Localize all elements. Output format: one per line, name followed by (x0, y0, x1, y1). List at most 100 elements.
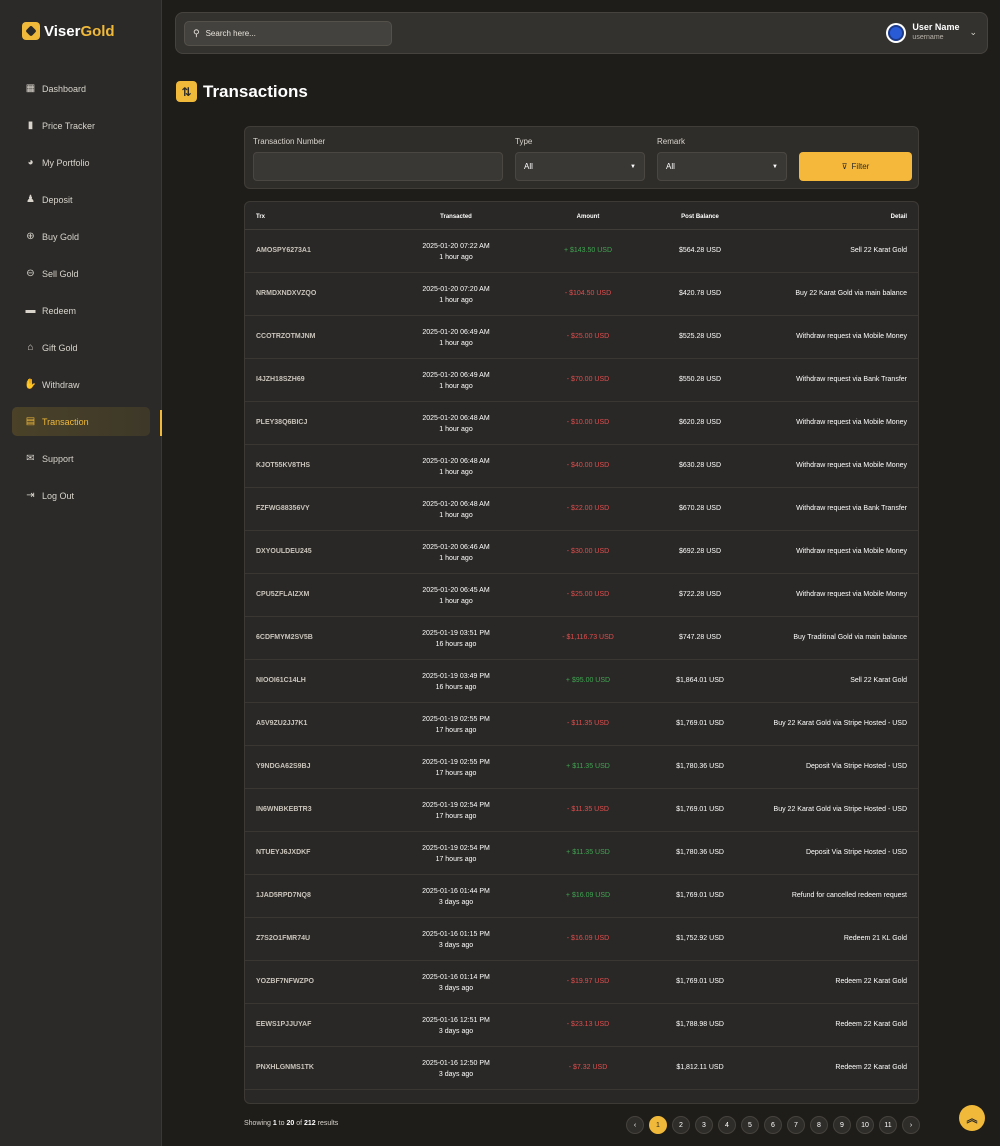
page-3[interactable]: 3 (695, 1116, 713, 1134)
transactions-table: Trx Transacted Amount Post Balance Detai… (244, 201, 919, 1104)
pagination-next[interactable]: › (902, 1116, 920, 1134)
brand-logo[interactable]: ViserGold (22, 20, 115, 42)
sidebar-item-price-tracker[interactable]: ▮ Price Tracker (12, 111, 150, 140)
col-transacted: Transacted (440, 214, 472, 220)
sidebar-item-label: Log Out (42, 490, 75, 501)
transacted-date: 2025-01-20 06:49 AM (422, 372, 490, 379)
remark-select-value: All (666, 162, 675, 171)
trx-id: 6CDFMYM2SV5B (256, 634, 313, 641)
trx-id: Y9NDGA62S9BJ (256, 763, 311, 770)
amount: - $16.09 USD (566, 935, 610, 942)
page-7[interactable]: 7 (787, 1116, 805, 1134)
top-bar: ⚲ User Name username ⌄ (175, 12, 988, 54)
transacted-ago: 1 hour ago (439, 383, 473, 390)
bar-chart-icon: ▮ (27, 119, 34, 131)
transacted-ago: 1 hour ago (439, 555, 473, 562)
sidebar-item-deposit[interactable]: ♟ Deposit (12, 185, 150, 214)
trx-id: EEWS1PJJUYAF (256, 1021, 312, 1028)
transacted-time: 2025-01-19 02:55 PM 17 hours ago (396, 714, 516, 736)
detail: Withdraw request via Mobile Money (796, 548, 907, 555)
transacted-ago: 17 hours ago (435, 813, 477, 820)
search-input[interactable] (205, 29, 376, 38)
sidebar-item-buy-gold[interactable]: ⊕ Buy Gold (12, 222, 150, 251)
trx-id: NIOOI61C14LH (256, 677, 306, 684)
page-4[interactable]: 4 (718, 1116, 736, 1134)
sidebar-item-withdraw[interactable]: ✋ Withdraw (12, 370, 150, 399)
page-11[interactable]: 11 (879, 1116, 897, 1134)
table-row: IN6WNBKEBTR3 2025-01-19 02:54 PM 17 hours … (245, 789, 918, 832)
post-balance: $1,769.01 USD (676, 806, 724, 813)
amount: - $10.00 USD (566, 419, 610, 426)
transacted-date: 2025-01-19 03:51 PM (422, 630, 490, 637)
transacted-ago: 17 hours ago (435, 856, 477, 863)
transacted-ago: 17 hours ago (435, 770, 477, 777)
table-row: NIOOI61C14LH 2025-01-19 03:49 PM 16 hours … (245, 660, 918, 703)
envelope-icon: ✉ (26, 452, 35, 464)
trx-number-label: Transaction Number (253, 137, 326, 146)
sidebar-item-sell-gold[interactable]: ⊖ Sell Gold (12, 259, 150, 288)
detail: Redeem 22 Karat Gold (835, 978, 907, 985)
transacted-time: 2025-01-20 06:48 AM 1 hour ago (396, 456, 516, 478)
sell-gold-icon: ⊖ (26, 267, 35, 279)
post-balance: $564.28 USD (678, 247, 722, 254)
post-balance: $1,812.11 USD (676, 1064, 724, 1071)
detail: Withdraw request via Mobile Money (796, 591, 907, 598)
table-row: KJOT55KV8THS 2025-01-20 06:48 AM 1 hour ag… (245, 445, 918, 488)
detail: Buy 22 Karat Gold via main balance (795, 290, 907, 297)
transacted-date: 2025-01-20 06:45 AM (422, 587, 490, 594)
table-row: I4JZH18SZH69 2025-01-20 06:49 AM 1 hour ag… (245, 359, 918, 402)
table-row: Y9NDGA62S9BJ 2025-01-19 02:55 PM 17 hours … (245, 746, 918, 789)
sidebar-item-log-out[interactable]: ⇥ Log Out (12, 481, 150, 510)
sidebar-item-my-portfolio[interactable]: ◕ My Portfolio (12, 148, 150, 177)
sidebar-item-label: Transaction (42, 416, 89, 427)
sidebar-item-support[interactable]: ✉ Support (12, 444, 150, 473)
transactions-icon: ⇅ (176, 81, 197, 102)
user-menu[interactable]: User Name username ⌄ (886, 22, 977, 43)
transacted-time: 2025-01-20 06:45 AM 1 hour ago (396, 585, 516, 607)
transacted-ago: 1 hour ago (439, 340, 473, 347)
sidebar-item-dashboard[interactable]: ▦ Dashboard (12, 74, 150, 103)
filter-button[interactable]: ⊽ Filter (799, 152, 912, 181)
trx-id: YOZBF7NFWZPO (256, 978, 314, 985)
sidebar-item-label: Dashboard (42, 83, 87, 94)
type-select[interactable]: All ▼ (515, 152, 645, 181)
trx-id: A5V9ZU2JJ7K1 (256, 720, 308, 727)
remark-select[interactable]: All ▼ (657, 152, 787, 181)
page-10[interactable]: 10 (856, 1116, 874, 1134)
transacted-date: 2025-01-16 12:51 PM (422, 1017, 490, 1024)
trx-id: CPU5ZFLAIZXM (256, 591, 310, 598)
transacted-ago: 3 days ago (438, 1028, 474, 1035)
sidebar-item-label: Withdraw (42, 379, 80, 390)
page-6[interactable]: 6 (764, 1116, 782, 1134)
detail: Sell 22 Karat Gold (850, 677, 907, 684)
range-from: 1 (272, 1120, 277, 1127)
transacted-time: 2025-01-16 01:14 PM 3 days ago (396, 972, 516, 994)
page-2[interactable]: 2 (672, 1116, 690, 1134)
post-balance: $550.28 USD (678, 376, 722, 383)
sidebar-item-transaction[interactable]: ▤ Transaction (12, 407, 150, 436)
trx-number-input[interactable] (253, 152, 503, 181)
user-name: User Name (912, 22, 960, 32)
detail: Buy 22 Karat Gold via Stripe Hosted - US… (773, 806, 907, 813)
page-8[interactable]: 8 (810, 1116, 828, 1134)
page-9[interactable]: 9 (833, 1116, 851, 1134)
sidebar-item-gift-gold[interactable]: ⌂ Gift Gold (12, 333, 150, 362)
page-1[interactable]: 1 (649, 1116, 667, 1134)
transacted-date: 2025-01-20 06:48 AM (422, 501, 490, 508)
detail: Buy 22 Karat Gold via Stripe Hosted - US… (773, 720, 907, 727)
detail: Deposit Via Stripe Hosted - USD (805, 763, 907, 770)
pagination-prev[interactable]: ‹ (626, 1116, 644, 1134)
chevron-down-icon[interactable]: ⌄ (969, 27, 977, 38)
sidebar-item-redeem[interactable]: ▬ Redeem (12, 296, 150, 325)
scroll-to-top-button[interactable]: ︽ (959, 1105, 985, 1131)
page-5[interactable]: 5 (741, 1116, 759, 1134)
amount: - $7.32 USD (568, 1064, 608, 1071)
post-balance: $747.28 USD (678, 634, 722, 641)
table-row: AMOSPY6273A1 2025-01-20 07:22 AM 1 hour ag… (245, 230, 918, 273)
type-select-value: All (524, 162, 533, 171)
logo-icon (22, 22, 40, 40)
detail: Withdraw request via Bank Transfer (796, 505, 907, 512)
detail: Withdraw request via Mobile Money (796, 333, 907, 340)
transacted-date: 2025-01-19 03:49 PM (422, 673, 490, 680)
total-results: 212 (304, 1120, 316, 1127)
